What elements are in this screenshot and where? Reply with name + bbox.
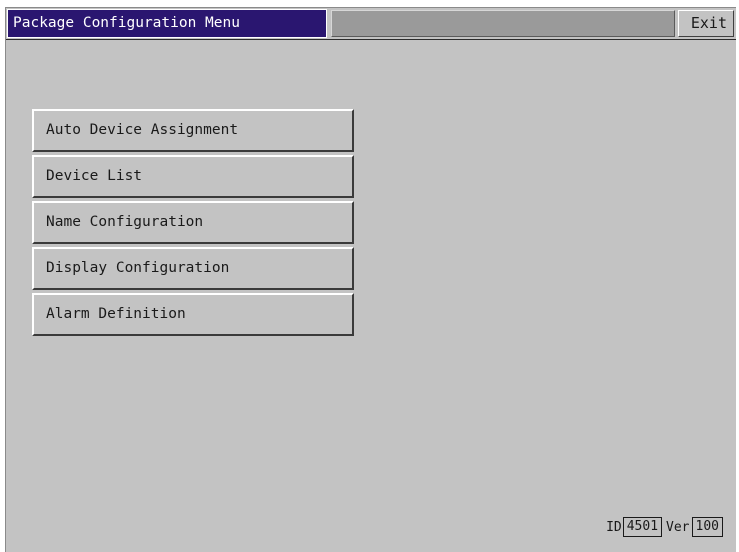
exit-button[interactable]: Exit: [678, 10, 734, 37]
device-list-button[interactable]: Device List: [32, 155, 354, 198]
id-label: ID: [606, 519, 622, 535]
display-configuration-button[interactable]: Display Configuration: [32, 247, 354, 290]
configuration-menu: Auto Device Assignment Device List Name …: [32, 109, 354, 339]
ver-label: Ver: [666, 519, 690, 535]
id-value: 4501: [622, 517, 663, 537]
main-panel: Package Configuration Menu Exit Auto Dev…: [5, 7, 736, 552]
auto-device-assignment-button[interactable]: Auto Device Assignment: [32, 109, 354, 152]
alarm-definition-button[interactable]: Alarm Definition: [32, 293, 354, 336]
title-bar: Package Configuration Menu Exit: [6, 8, 736, 40]
title-bar-fill: [331, 10, 675, 37]
ver-value: 100: [691, 517, 723, 537]
window-title: Package Configuration Menu: [7, 9, 327, 38]
version-info: ID 4501 Ver 100: [605, 517, 723, 537]
name-configuration-button[interactable]: Name Configuration: [32, 201, 354, 244]
